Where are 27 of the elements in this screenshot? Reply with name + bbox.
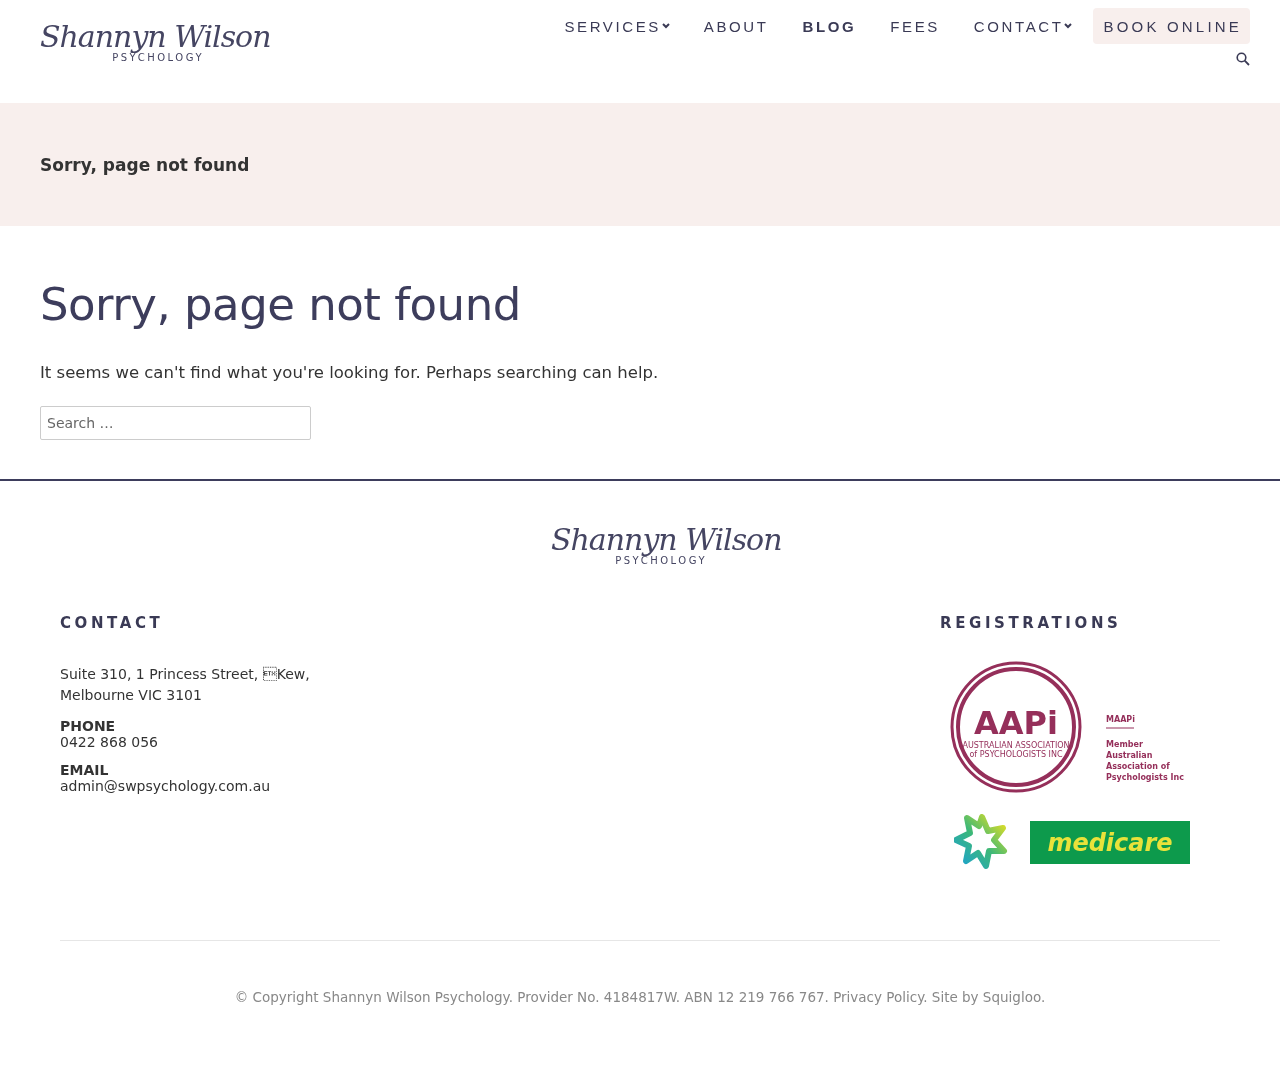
nav-link[interactable]: ABOUT	[686, 8, 786, 44]
contact-heading: CONTACT	[60, 614, 165, 632]
nav-link[interactable]: FEES	[873, 8, 957, 44]
aapi-logo: AAPi AUSTRALIAN ASSOCIATION of PSYCHOLOGISTS INC MAAPi Member Australian Association of Psychologists Inc	[940, 660, 1210, 794]
search-icon[interactable]	[1236, 52, 1250, 66]
contact-value[interactable]: admin@swpsychology.com.au	[60, 778, 310, 794]
logo-script: Shannyn Wilson	[40, 18, 271, 54]
banner-title: Sorry, page not found	[40, 154, 250, 175]
copyright-text: © Copyright Shannyn Wilson Psychology. Provider No. 4184817W. ABN 12 219 766 767. Privacy Policy. Site by Squigloo.	[234, 989, 1046, 1005]
book-online-button[interactable]: BOOK ONLINE	[1093, 8, 1250, 44]
contact-label: PHONE	[60, 718, 117, 734]
medicare-logo: medicare	[1030, 820, 1190, 864]
logo-script: Shannyn Wilson	[551, 521, 782, 557]
nav-link[interactable]: SERVICES	[547, 8, 687, 44]
address-line: Melbourne VIC 3101	[60, 686, 203, 705]
address-line: Suite 310, 1 Princess Street, Kew,	[60, 665, 310, 684]
contact-label: EMAIL	[60, 762, 110, 778]
registrations-heading: REGISTRATIONS	[940, 614, 1123, 632]
search-field[interactable]: Search …	[40, 406, 311, 440]
page-heading: Sorry, page not found	[40, 278, 522, 331]
message-text: It seems we can't find what you're looking for. Perhaps searching can help.	[40, 363, 660, 382]
logo-subtitle: PSYCHOLOGY	[112, 52, 204, 63]
nav-link[interactable]: CONTACT	[956, 8, 1090, 44]
logo-subtitle: PSYCHOLOGY	[615, 555, 707, 566]
contact-value[interactable]: 0422 868 056	[60, 734, 310, 750]
nav-link[interactable]: BLOG	[785, 8, 874, 44]
star-icon	[954, 814, 1010, 870]
